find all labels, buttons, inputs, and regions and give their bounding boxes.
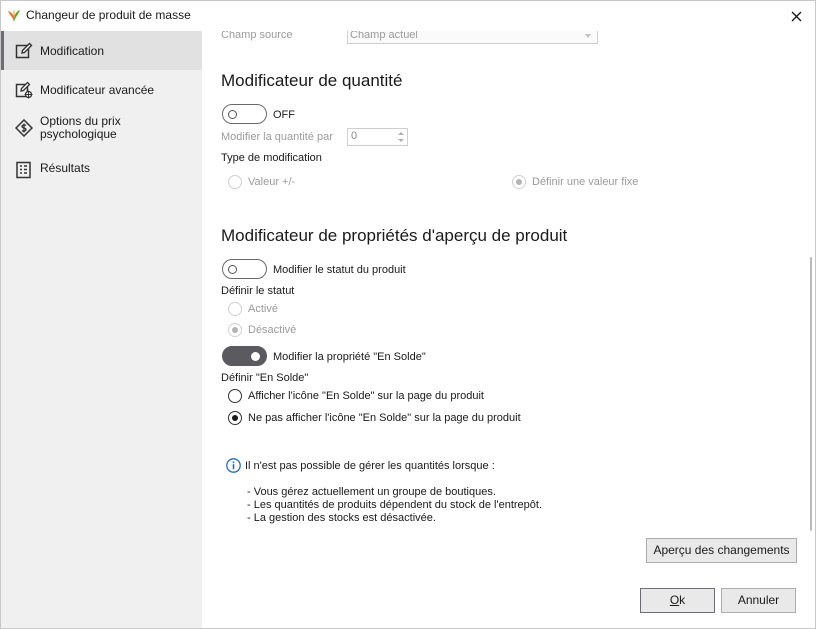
radio-fixed-label: Définir une valeur fixe xyxy=(532,176,639,188)
radio-dot xyxy=(516,179,522,185)
toggle-knob xyxy=(251,352,260,361)
preview-changes-button[interactable]: Aperçu des changements xyxy=(646,538,797,563)
sidebar-item-price-options[interactable]: Options du prix psychologique xyxy=(1,113,202,145)
sidebar-item-label: Options du prix psychologique xyxy=(40,114,121,141)
radio-sale-show[interactable] xyxy=(228,389,242,403)
close-icon xyxy=(791,11,801,21)
quantity-toggle-label: OFF xyxy=(273,109,295,121)
info-heading: Il n'est pas possible de gérer les quant… xyxy=(245,460,495,472)
edit-icon xyxy=(15,42,33,59)
window-title: Changeur de produit de masse xyxy=(26,8,191,22)
radio-dot xyxy=(232,415,238,421)
advanced-edit-icon xyxy=(15,81,33,99)
info-line: - Vous gérez actuellement un groupe de b… xyxy=(247,486,496,498)
info-line: - Les quantités de produits dépendent du… xyxy=(247,499,543,511)
quantity-toggle[interactable] xyxy=(222,104,267,124)
quantity-stepper[interactable]: 0 xyxy=(347,128,408,146)
radio-sale-hide-label: Ne pas afficher l'icône "En Solde" sur l… xyxy=(248,412,521,424)
sidebar-item-label: Modification xyxy=(40,44,105,58)
sidebar: Modification Modificateur avancée Option… xyxy=(1,31,202,628)
price-tag-icon xyxy=(15,119,33,137)
stepper-up-icon[interactable] xyxy=(398,132,404,135)
source-field-label: Champ source xyxy=(221,31,293,41)
modification-type-label: Type de modification xyxy=(221,152,322,164)
status-toggle[interactable] xyxy=(222,259,267,279)
close-button[interactable] xyxy=(785,5,807,27)
sale-toggle-label: Modifier la propriété "En Solde" xyxy=(273,351,426,363)
sidebar-item-label: Résultats xyxy=(40,161,91,175)
radio-relative-label: Valeur +/- xyxy=(248,176,296,188)
radio-status-active[interactable] xyxy=(228,302,242,316)
radio-dot xyxy=(232,327,238,333)
toggle-knob xyxy=(228,265,237,274)
status-define-label: Définir le statut xyxy=(221,285,295,297)
cancel-button[interactable]: Annuler xyxy=(721,588,796,613)
app-logo-icon xyxy=(8,9,20,23)
radio-status-inactive[interactable] xyxy=(228,323,242,337)
sale-toggle[interactable] xyxy=(222,346,267,366)
stepper-down-icon[interactable] xyxy=(398,139,404,142)
title-bar: Changeur de produit de masse xyxy=(1,1,815,31)
radio-relative-value[interactable] xyxy=(228,175,242,189)
source-field-select[interactable]: Champ actuel xyxy=(347,31,598,44)
results-list-icon xyxy=(16,161,31,179)
sidebar-item-modification[interactable]: Modification xyxy=(1,31,202,70)
status-toggle-label: Modifier le statut du produit xyxy=(273,264,406,276)
source-field-value: Champ actuel xyxy=(350,31,418,41)
radio-status-active-label: Activé xyxy=(248,303,278,315)
info-line: - La gestion des stocks est désactivée. xyxy=(247,512,436,524)
radio-status-inactive-label: Désactivé xyxy=(248,324,297,336)
toggle-knob xyxy=(228,110,237,119)
quantity-section-title: Modificateur de quantité xyxy=(221,71,403,90)
info-icon xyxy=(226,458,241,473)
scrollbar-thumb[interactable] xyxy=(810,257,812,531)
dialog-window: Changeur de produit de masse Modificatio… xyxy=(0,0,816,629)
radio-sale-hide[interactable] xyxy=(228,411,242,425)
sidebar-item-advanced[interactable]: Modificateur avancée xyxy=(1,76,202,104)
quantity-modify-label: Modifier la quantité par xyxy=(221,131,333,143)
sidebar-item-label: Modificateur avancée xyxy=(40,83,155,97)
sidebar-item-results[interactable]: Résultats xyxy=(1,157,202,183)
preview-section-title: Modificateur de propriétés d'aperçu de p… xyxy=(221,226,568,245)
sale-define-label: Définir "En Solde" xyxy=(221,372,309,384)
quantity-stepper-value: 0 xyxy=(351,130,358,142)
ok-button[interactable]: Ok xyxy=(640,588,715,613)
radio-sale-show-label: Afficher l'icône "En Solde" sur la page … xyxy=(248,390,484,402)
main-content: Champ source Champ actuel Modificateur d… xyxy=(202,31,806,628)
radio-fixed-value[interactable] xyxy=(512,175,526,189)
chevron-down-icon xyxy=(585,34,591,38)
